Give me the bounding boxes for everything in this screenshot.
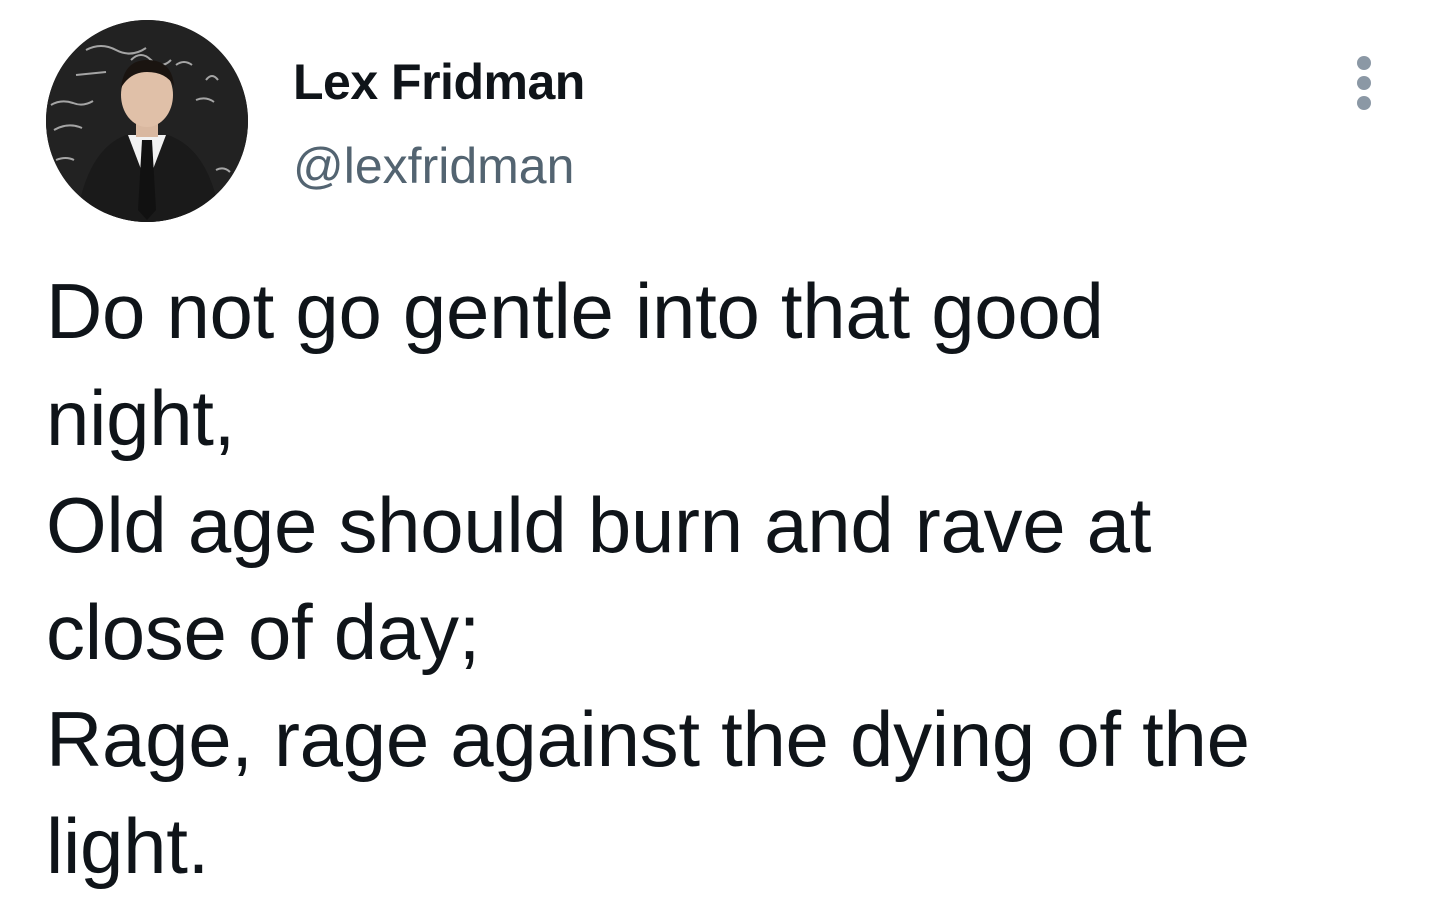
- tweet-text: Do not go gentle into that good night, O…: [46, 258, 1406, 900]
- tweet-text-line: Do not go gentle into that good: [46, 267, 1104, 355]
- tweet-text-line: Rage, rage against the dying of the: [46, 695, 1250, 783]
- avatar-photo-icon: [46, 20, 248, 222]
- tweet-text-line: Old age should burn and rave at: [46, 481, 1152, 569]
- tweet-text-line: night,: [46, 374, 236, 462]
- avatar[interactable]: [46, 20, 248, 222]
- author-handle[interactable]: @lexfridman: [293, 136, 574, 196]
- tweet-text-line: close of day;: [46, 588, 481, 676]
- author-display-name[interactable]: Lex Fridman: [293, 52, 585, 112]
- tweet-text-line: light.: [46, 802, 209, 890]
- tweet-card: Lex Fridman @lexfridman Do not go gentle…: [0, 0, 1440, 906]
- more-options-button[interactable]: [1340, 52, 1390, 110]
